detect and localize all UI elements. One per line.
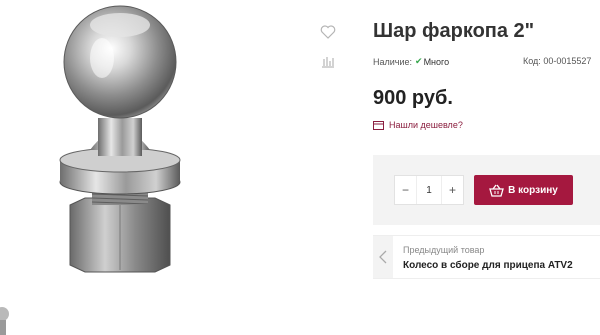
check-icon: ✔ [415,56,423,66]
stock-status: Наличие: ✔ Много [373,56,449,67]
code-value: 00-0015527 [543,56,592,66]
stock-value: Много [423,56,450,67]
add-to-cart-button[interactable]: В корзину [474,175,573,205]
found-cheaper-label: Нашли дешевле? [389,120,463,130]
product-title: Шар фаркопа 2" [373,20,535,42]
basket-icon [489,184,505,197]
favorite-button[interactable] [318,22,338,42]
previous-product-caption: Предыдущий товар [403,245,485,255]
quantity-input[interactable]: 1 [416,176,442,204]
chevron-left-icon [379,250,387,264]
code-label: Код: [523,56,541,66]
buy-panel: − 1 + В корзину [373,155,600,225]
product-code: Код: 00-0015527 [523,56,591,66]
compare-button[interactable] [318,52,338,72]
add-to-cart-label: В корзину [508,184,558,196]
thumbnail-edge[interactable] [0,300,14,335]
product-price: 900 руб. [373,87,453,109]
card-icon [373,120,384,130]
product-image[interactable] [30,0,240,300]
decrease-button[interactable]: − [395,176,416,204]
previous-arrow[interactable] [373,236,393,278]
tow-ball-image [59,5,181,273]
increase-button[interactable]: + [442,176,463,204]
previous-product-link[interactable]: Предыдущий товар Колесо в сборе для приц… [373,235,600,279]
bar-chart-icon [322,57,334,68]
quantity-stepper: − 1 + [394,175,464,205]
found-cheaper-link[interactable]: Нашли дешевле? [373,120,463,130]
previous-product-name: Колесо в сборе для прицепа ATV2 [403,260,573,271]
stock-label: Наличие: [373,56,413,67]
heart-icon [320,25,336,39]
